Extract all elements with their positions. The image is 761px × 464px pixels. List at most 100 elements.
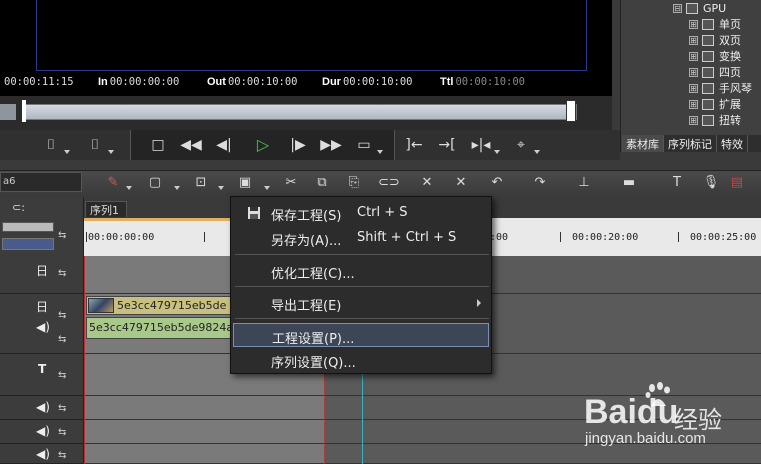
expand-icon[interactable]: ⊞ (689, 35, 698, 45)
expand-icon[interactable]: ⊞ (689, 67, 698, 77)
track-name-field[interactable]: a6 (0, 172, 82, 192)
step-back-icon[interactable]: ◀| (213, 134, 235, 156)
step-forward-icon[interactable]: |▶ (287, 134, 309, 156)
dropdown-icon[interactable] (218, 186, 224, 190)
menu-item-project-settings[interactable]: 工程设置(P)... (233, 323, 489, 347)
expand-icon[interactable]: ⊞ (689, 19, 698, 29)
sync-icon[interactable]: ⇆ (58, 334, 76, 346)
effect-icon (702, 50, 714, 62)
menu-item-export-project[interactable]: 导出工程(E) (233, 291, 489, 315)
rewind-icon[interactable]: ◀◀ (180, 134, 202, 156)
settings-icon[interactable]: ✎ (104, 174, 122, 192)
match-frame-icon[interactable]: ▸|◂ (470, 134, 500, 156)
tab-sequence-markers[interactable]: 序列标记 (664, 135, 717, 152)
scrub-bar[interactable] (22, 104, 577, 120)
effects-tree: ⊟ GPU ⊞ 单页 ⊞ 双页 ⊞ 变换 ⊞ 四页 ⊞ 手风琴 ⊞ 扩展 ⊞ 扭转 (673, 0, 752, 128)
delete-icon[interactable]: ✕ (418, 174, 436, 192)
marker-icon[interactable]: ⌖ (510, 134, 540, 156)
link-icon[interactable]: ⊂⊃ (378, 174, 400, 192)
effects-panel: ⊟ GPU ⊞ 单页 ⊞ 双页 ⊞ 变换 ⊞ 四页 ⊞ 手风琴 ⊞ 扩展 ⊞ 扭转 (620, 0, 761, 152)
scrub-handle[interactable] (566, 100, 576, 122)
loop-icon[interactable]: ▭ (353, 134, 383, 156)
tree-item[interactable]: ⊞ 手风琴 (689, 80, 752, 96)
menu-item-save-project[interactable]: 保存工程(S) Ctrl + S (233, 201, 489, 225)
sync-icon[interactable]: ⇆ (58, 403, 76, 415)
fast-forward-icon[interactable]: ▶▶ (320, 134, 342, 156)
tree-item[interactable]: ⊞ 扭转 (689, 112, 752, 128)
ripple-delete-icon[interactable]: ✕ (452, 174, 470, 192)
tab-sequence[interactable]: 序列1 (85, 201, 127, 217)
expand-icon[interactable]: ⊞ (689, 99, 698, 109)
redo-icon[interactable]: ↷ (531, 174, 549, 192)
goto-in-icon[interactable]: ]← (403, 134, 425, 156)
expand-icon[interactable]: ⊞ (689, 83, 698, 93)
effect-icon (702, 34, 714, 46)
sync-icon[interactable]: ⇆ (58, 268, 76, 280)
timescale-select[interactable] (2, 238, 54, 250)
folder-icon (686, 2, 698, 14)
save-icon (247, 206, 261, 220)
audio-clip[interactable]: 5e3cc479715eb5de9824a (86, 317, 234, 339)
sync-icon[interactable]: ⇆ (58, 310, 76, 322)
collapse-icon[interactable]: ⊟ (673, 3, 682, 13)
tab-effects[interactable]: 特效 (717, 135, 748, 152)
ruler-label: 00:00:25:00 (690, 232, 757, 243)
sync-icon[interactable]: ⇆ (58, 450, 76, 462)
split-icon[interactable]: ⊥ (575, 174, 593, 192)
title-icon[interactable]: T (668, 174, 686, 192)
dropdown-icon[interactable] (126, 186, 132, 190)
microphone-icon[interactable]: 🎙 (702, 174, 720, 192)
open-icon[interactable]: ⊡ (192, 174, 210, 192)
speaker-icon[interactable]: ◀) (36, 320, 50, 334)
baidu-logo: Baidu (584, 393, 679, 431)
out-timecode: Out 00:00:10:00 (207, 76, 298, 88)
undo-icon[interactable]: ↶ (488, 174, 506, 192)
cut-icon[interactable]: ✂ (282, 174, 300, 192)
tree-item[interactable]: ⊞ 四页 (689, 64, 752, 80)
playhead[interactable] (84, 256, 85, 464)
tree-item[interactable]: ⊞ 单页 (689, 16, 752, 32)
sync-icon[interactable]: ⇆ (58, 230, 76, 242)
speaker-icon[interactable]: ◀) (36, 424, 50, 438)
tree-item[interactable]: ⊞ 双页 (689, 32, 752, 48)
new-icon[interactable]: ▢ (146, 174, 164, 192)
render-icon[interactable]: ▤ (728, 174, 746, 192)
goto-out-icon[interactable]: →[ (436, 134, 458, 156)
track-row[interactable] (84, 444, 761, 464)
paste-icon[interactable]: ⎘ (345, 174, 363, 192)
sync-icon[interactable]: ⇆ (58, 370, 76, 382)
speaker-icon[interactable]: ◀) (36, 400, 50, 414)
menu-separator (235, 254, 489, 255)
total-timecode: Ttl 00:00:10:00 (440, 76, 525, 88)
expand-icon[interactable]: ⊞ (689, 51, 698, 61)
menu-item-save-as[interactable]: 另存为(A)... Shift + Ctrl + S (233, 226, 489, 250)
dropdown-icon[interactable] (174, 186, 180, 190)
zoom-slider[interactable] (2, 222, 54, 232)
link-toggle-icon[interactable]: ⊂: (12, 201, 25, 214)
play-icon[interactable]: ▷ (252, 134, 274, 156)
tree-item-gpu[interactable]: ⊟ GPU (673, 0, 752, 16)
tree-item[interactable]: ⊞ 变换 (689, 48, 752, 64)
speaker-icon[interactable]: ◀) (36, 447, 50, 461)
sync-icon[interactable]: ⇆ (58, 427, 76, 439)
tree-item[interactable]: ⊞ 扩展 (689, 96, 752, 112)
safe-frame (36, 0, 587, 71)
set-in-icon[interactable]: ⌷ (40, 134, 70, 156)
video-track-icon: 日 (36, 264, 49, 278)
copy-icon[interactable]: ⧉ (313, 174, 331, 192)
project-menu: 保存工程(S) Ctrl + S 另存为(A)... Shift + Ctrl … (230, 196, 492, 374)
menu-item-sequence-settings[interactable]: 序列设置(Q)... (233, 348, 489, 372)
set-out-icon[interactable]: ⌷ (84, 134, 114, 156)
in-timecode: In 00:00:00:00 (98, 76, 180, 88)
expand-icon[interactable]: ⊞ (689, 115, 698, 125)
menu-item-optimize-project[interactable]: 优化工程(C)... (233, 259, 489, 283)
stop-icon[interactable]: □ (147, 134, 169, 156)
scrub-in-marker[interactable] (22, 100, 26, 122)
duration-timecode: Dur 00:00:10:00 (322, 76, 413, 88)
save-icon[interactable]: ▣ (236, 174, 254, 192)
scrub-bar-left (0, 104, 16, 120)
film-icon[interactable]: ▬ (620, 174, 638, 192)
tab-bin[interactable]: 素材库 (622, 135, 664, 152)
panel-tabs: 素材库 序列标记 特效 (622, 135, 761, 152)
dropdown-icon[interactable] (264, 186, 270, 190)
